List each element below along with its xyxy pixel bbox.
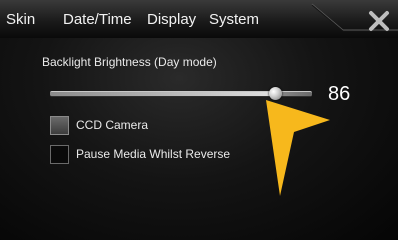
tab-skin[interactable]: Skin xyxy=(6,11,35,29)
tab-bar: Skin Date/Time Display System xyxy=(0,0,398,39)
ccd-camera-checkbox[interactable] xyxy=(50,116,69,135)
brightness-value: 86 xyxy=(328,83,351,105)
tab-divider-line xyxy=(311,3,398,32)
ccd-camera-label: CCD Camera xyxy=(76,118,149,132)
close-button[interactable] xyxy=(366,8,392,34)
pointer-arrow-icon xyxy=(266,100,330,196)
tab-system[interactable]: System xyxy=(209,11,259,29)
pause-media-checkbox[interactable] xyxy=(50,145,69,164)
main-panel: Backlight Brightness (Day mode) 86 CCD C… xyxy=(0,38,398,240)
settings-screen: Skin Date/Time Display System Backlight … xyxy=(0,0,398,240)
brightness-label: Backlight Brightness (Day mode) xyxy=(42,55,217,69)
close-x-icon xyxy=(369,11,389,31)
pause-media-label: Pause Media Whilst Reverse xyxy=(76,147,231,161)
tab-datetime[interactable]: Date/Time xyxy=(63,11,132,29)
brightness-slider[interactable] xyxy=(50,87,312,100)
brightness-slider-fill xyxy=(50,92,276,96)
tab-display[interactable]: Display xyxy=(147,11,196,29)
brightness-slider-thumb[interactable] xyxy=(269,87,283,100)
